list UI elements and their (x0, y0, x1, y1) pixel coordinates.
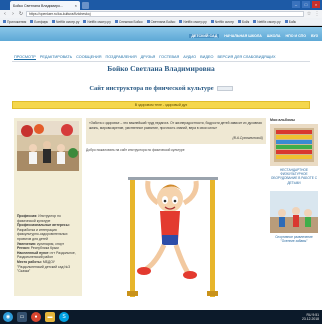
albums-heading: Мои альбомы (270, 118, 295, 122)
main-nav-item[interactable]: ПРОСМОТР (14, 55, 36, 60)
tab-close-icon[interactable]: × (75, 3, 77, 8)
profile-info: Профессия: Инструктор по физической куль… (17, 214, 79, 274)
address-bar-row: ‹ › ↻ https://openlaer.ru/ka-kultura/fiz… (0, 10, 322, 18)
profile-field-value: кулинария, спорт (36, 241, 65, 246)
page-title-row: Сайт инструктора по фнической культуре (0, 85, 322, 92)
profile-field-value: Разработка и интеграция физкультурно-озд… (17, 227, 68, 241)
welcome-text: Добро пожаловать на сайт инструктора по … (86, 148, 185, 152)
albums-sidebar: Мои альбомы НЕСТАНДАРТНОЕ ФИЗКУЛЬТУРНОЕ … (270, 118, 318, 298)
album-thumbnail[interactable] (270, 190, 318, 233)
profile-field-label: Профессиональные интересы: (17, 223, 70, 228)
maximize-icon[interactable]: □ (302, 1, 310, 8)
site-top-bar: ДЕТСКИЙ САД НАЧАЛЬНАЯ ШКОЛА ШКОЛА НПО И СПО… (0, 27, 322, 41)
share-icon[interactable] (216, 86, 233, 92)
quote-box: «Забота о здоровье – это важнейший труд … (86, 118, 266, 144)
bookmark-star-icon[interactable]: ☆ (306, 11, 312, 17)
profile-field: Профессиональные интересы: Разработка и … (17, 223, 79, 241)
forward-icon[interactable]: › (10, 11, 16, 17)
main-nav: ПРОСМОТР РЕДАКТИРОВАТЬ СООБЩЕНИЯ ПОЗДРАВЛЕН… (14, 55, 276, 60)
bookmark-item[interactable]: Снежная Бойко (115, 20, 143, 24)
browser-tab[interactable]: Бойко Светлана Владимиро... × (10, 1, 80, 10)
bookmark-item[interactable]: Светлана Бойко (147, 20, 176, 24)
quote-author: (В.А.Сухомлинский) (232, 136, 263, 141)
album-caption[interactable]: НЕСТАНДАРТНОЕ ФИЗКУЛЬТУРНОЕ ОБОРУДОВАНИЕ… (270, 168, 318, 185)
quote-text: «Забота о здоровье – это важнейший труд … (89, 121, 262, 130)
bookmark-item[interactable]: Netflix смотр.ру (253, 20, 280, 24)
system-tray[interactable]: RU 9:51 23.12.2018 (302, 313, 319, 321)
nav-divider (12, 61, 310, 62)
clock-date: 23.12.2018 (302, 317, 319, 321)
tab-title: Бойко Светлана Владимиро... (13, 3, 64, 8)
task-view-icon[interactable]: ▭ (17, 312, 27, 322)
profile-field-label: Населенный пункт: (17, 250, 50, 255)
chrome-icon[interactable]: ● (31, 312, 41, 322)
bookmark-item[interactable]: Netflix смотр.ру (52, 20, 79, 24)
profile-field-value: Республика Крым (30, 246, 59, 251)
bookmark-item[interactable]: Netflix смотр.ру (83, 20, 110, 24)
profile-field-label: Регион: (17, 246, 30, 251)
folder-icon[interactable]: ▬ (45, 312, 55, 322)
profile-field-label: Профессия: (17, 214, 38, 218)
top-nav-item[interactable]: НАЧАЛЬНАЯ ШКОЛА (224, 34, 262, 38)
bookmark-item[interactable]: Netflix смотр (211, 20, 234, 24)
main-nav-item[interactable]: РЕДАКТИРОВАТЬ (40, 55, 72, 60)
bookmark-item[interactable]: Бойк (285, 20, 296, 24)
new-tab-button[interactable] (82, 2, 89, 9)
profile-field-label: Место работы: (17, 259, 42, 264)
top-nav-item[interactable]: ДЕТСКИЙ САД (189, 34, 220, 38)
page-title: Сайт инструктора по фнической культуре (89, 85, 214, 92)
owner-name: Бойко Светлана Владимировна (107, 64, 215, 73)
os-taskbar: ◉ ▭ ● ▬ S RU 9:51 23.12.2018 (0, 310, 322, 324)
album-thumbnail[interactable] (270, 124, 318, 166)
start-icon[interactable]: ◉ (3, 312, 13, 322)
top-nav: ДЕТСКИЙ САД НАЧАЛЬНАЯ ШКОЛА ШКОЛА НПО И СПО… (189, 34, 318, 38)
bookmarks-bar: Приложения Бонфирк Netflix смотр.ру Netflix… (0, 18, 322, 26)
close-window-icon[interactable]: × (312, 1, 320, 8)
bookmark-item[interactable]: Netflix смотр.ру (179, 20, 206, 24)
bookmark-item[interactable]: Бонфирк (30, 20, 48, 24)
url-input[interactable]: https://openlaer.ru/ka-kultura/fizichesk… (26, 11, 304, 17)
web-page: ДЕТСКИЙ САД НАЧАЛЬНАЯ ШКОЛА ШКОЛА НПО И СПО… (0, 27, 322, 310)
main-nav-item[interactable]: ДРУЗЬЯ (141, 55, 156, 60)
minimize-icon[interactable]: – (292, 1, 300, 8)
motto-banner: В здоровом теле - здоровый дух (12, 101, 310, 109)
main-nav-item[interactable]: ВЕРСИЯ ДЛЯ СЛАБОВИДЯЩИХ (217, 55, 275, 60)
profile-field: Профессия: Инструктор по физической куль… (17, 214, 79, 223)
profile-photo (17, 121, 79, 171)
profile-sidebar: Профессия: Инструктор по физической куль… (14, 118, 82, 296)
bookmark-item[interactable]: Приложения (3, 20, 26, 24)
menu-icon[interactable]: ⋮ (314, 11, 320, 17)
main-nav-item[interactable]: ПОЗДРАВЛЕНИЯ (105, 55, 136, 60)
main-nav-item[interactable]: ГОСТЕВАЯ (159, 55, 179, 60)
album-caption[interactable]: Спортивное развлечение "Осенние забавы" (270, 235, 318, 243)
profile-field: Место работы: МБДОУ "Раздольненский детс… (17, 260, 79, 274)
browser-titlebar: Бойко Светлана Владимиро... × – □ × (0, 0, 322, 10)
top-nav-item[interactable]: НПО И СПО (286, 34, 307, 38)
main-nav-item[interactable]: ВИДЕО (200, 55, 213, 60)
profile-field-label: Увлечения: (17, 241, 37, 246)
top-nav-item[interactable]: ВУЗ (311, 34, 318, 38)
gymnast-illustration (127, 177, 218, 297)
top-nav-item[interactable]: ШКОЛА (267, 34, 281, 38)
profile-field: Населенный пункт: пгт Раздольное, Раздол… (17, 251, 79, 260)
bookmark-item[interactable]: Бойк (238, 20, 249, 24)
back-icon[interactable]: ‹ (2, 11, 8, 17)
main-nav-item[interactable]: АУДИО (183, 55, 196, 60)
skype-icon[interactable]: S (59, 312, 69, 322)
window-controls: – □ × (292, 1, 320, 8)
main-nav-item[interactable]: СООБЩЕНИЯ (76, 55, 101, 60)
reload-icon[interactable]: ↻ (18, 11, 24, 17)
